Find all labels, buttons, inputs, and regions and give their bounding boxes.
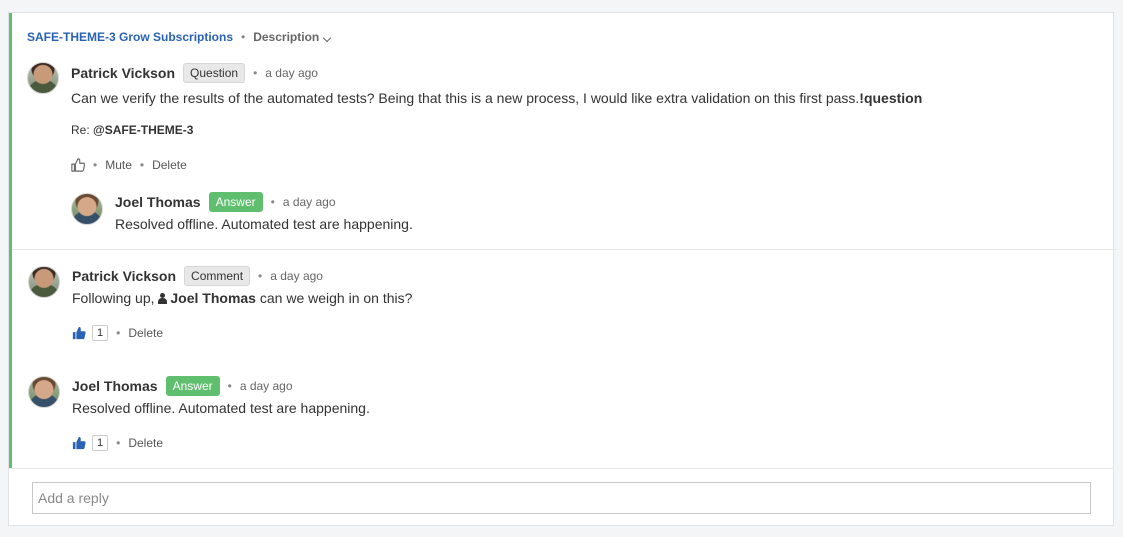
action-separator: •	[116, 326, 121, 340]
meta-separator: •	[253, 66, 258, 80]
re-label: Re:	[71, 123, 90, 137]
meta-separator: •	[270, 195, 275, 209]
avatar[interactable]	[28, 266, 60, 298]
answer-badge: Answer	[165, 376, 220, 396]
liked-icon[interactable]	[72, 436, 86, 450]
comment-timestamp: a day ago	[265, 66, 318, 80]
delete-button[interactable]: Delete	[128, 436, 163, 450]
mention-name: Joel Thomas	[170, 290, 256, 306]
reply-body: Resolved offline. Automated test are hap…	[115, 216, 413, 232]
reply-meta: Joel Thomas Answer • a day ago	[115, 192, 336, 212]
comment-text: Following up,	[72, 290, 155, 306]
action-separator: •	[139, 158, 145, 172]
liked-icon[interactable]	[72, 326, 86, 340]
delete-button[interactable]: Delete	[152, 158, 187, 172]
comment-actions: 1 • Delete	[72, 325, 163, 341]
comment-text: Can we verify the results of the automat…	[71, 90, 860, 106]
meta-separator: •	[227, 379, 232, 393]
divider	[12, 249, 1117, 250]
user-mention[interactable]: Joel Thomas	[158, 290, 256, 306]
chevron-down-icon	[322, 33, 332, 43]
avatar[interactable]	[28, 376, 60, 408]
answer-badge: Answer	[208, 192, 263, 212]
comment-actions: 1 • Delete	[72, 435, 163, 451]
comment-tag: !question	[859, 90, 923, 106]
person-icon	[158, 293, 168, 304]
comment-body: Resolved offline. Automated test are hap…	[72, 400, 370, 416]
action-separator: •	[116, 436, 121, 450]
comment-meta: Patrick Vickson Comment • a day ago	[72, 266, 323, 286]
reply-timestamp: a day ago	[282, 195, 336, 209]
comment-thread: SAFE-THEME-3 Grow Subscriptions • Descri…	[9, 13, 1117, 468]
avatar[interactable]	[71, 193, 103, 225]
comment-meta: Patrick Vickson Question • a day ago	[71, 63, 318, 83]
issue-link[interactable]: SAFE-THEME-3 Grow Subscriptions	[27, 30, 233, 44]
description-label: Description	[253, 30, 320, 44]
comment-text: can we weigh in on this?	[259, 290, 413, 306]
comment-actions: • Mute • Delete	[71, 158, 187, 172]
comment-timestamp: a day ago	[239, 379, 293, 393]
reply-input[interactable]	[32, 482, 1091, 514]
comment-body: Following up, Joel Thomas can we weigh i…	[72, 290, 412, 306]
like-count: 1	[92, 435, 109, 451]
comment-meta: Joel Thomas Answer • a day ago	[72, 376, 293, 396]
breadcrumb: SAFE-THEME-3 Grow Subscriptions • Descri…	[27, 30, 332, 44]
meta-separator: •	[258, 269, 263, 283]
divider	[9, 468, 1114, 469]
mute-button[interactable]: Mute	[105, 158, 132, 172]
reply-author[interactable]: Joel Thomas	[115, 194, 201, 210]
comment-type-badge: Question	[183, 63, 246, 83]
comment-author[interactable]: Patrick Vickson	[71, 65, 175, 81]
description-dropdown[interactable]: Description	[253, 30, 332, 44]
comment-author[interactable]: Patrick Vickson	[72, 268, 176, 284]
breadcrumb-separator: •	[241, 30, 246, 44]
comment-reference: Re: @SAFE-THEME-3	[71, 123, 193, 137]
comment-type-badge: Comment	[184, 266, 251, 286]
re-target-link[interactable]: @SAFE-THEME-3	[93, 123, 193, 137]
delete-button[interactable]: Delete	[128, 326, 163, 340]
action-separator: •	[93, 158, 98, 172]
comment-body: Can we verify the results of the automat…	[71, 90, 922, 106]
comments-panel: SAFE-THEME-3 Grow Subscriptions • Descri…	[8, 12, 1117, 526]
avatar[interactable]	[27, 62, 59, 94]
comment-timestamp: a day ago	[270, 269, 323, 283]
like-count: 1	[92, 325, 109, 341]
comment-author[interactable]: Joel Thomas	[72, 378, 158, 394]
like-icon[interactable]	[71, 158, 85, 172]
